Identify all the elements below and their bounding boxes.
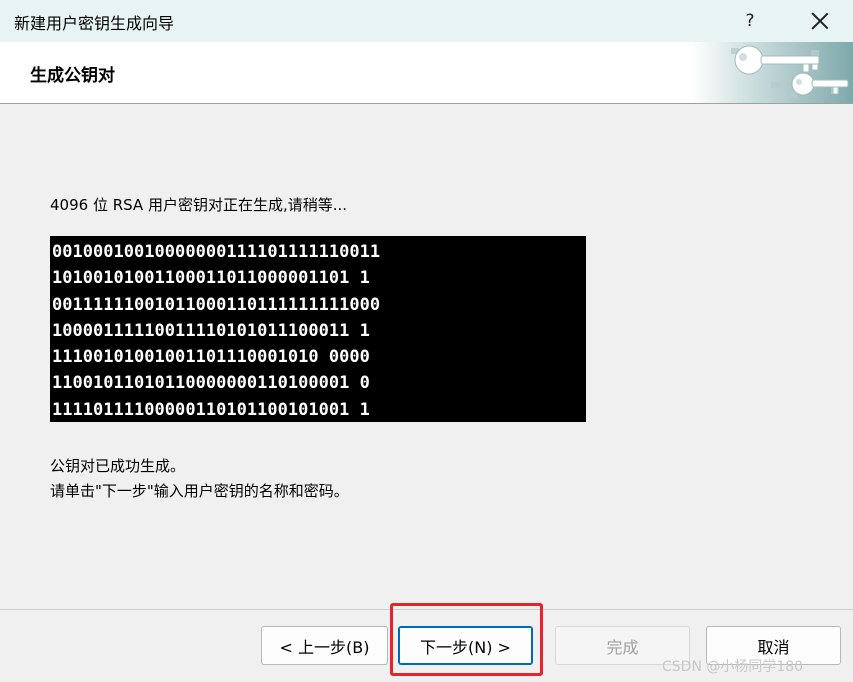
completion-line: 公钥对已成功生成。 (50, 457, 186, 475)
page-title: 生成公钥对 (30, 66, 115, 86)
completion-message: 公钥对已成功生成。 请单击"下一步"输入用户密钥的名称和密码。 (50, 454, 349, 504)
wizard-header: 生成公钥对 (0, 42, 853, 104)
status-message: 4096 位 RSA 用户密钥对正在生成,请稍等... (50, 196, 348, 214)
binary-line: 10100101001100011011000001101 1 (52, 268, 370, 289)
binary-line: 00100010010000000111101111110011 (52, 242, 381, 262)
wizard-content: 4096 位 RSA 用户密钥对正在生成,请稍等... 001000100100… (0, 104, 853, 609)
window-title: 新建用户密钥生成向导 (14, 14, 175, 33)
binary-line: 00111111001011000110111111111000 (52, 294, 381, 315)
prev-button[interactable]: < 上一步(B) (261, 626, 388, 665)
binary-line: 11100101001001101110001010 0000 (52, 347, 370, 368)
random-data-display: 00100010010000000111101111110011 10100101… (50, 236, 586, 422)
title-bar: 新建用户密钥生成向导 ? (0, 0, 853, 42)
keys-icon (691, 42, 853, 103)
watermark: CSDN @小杨同学180 (662, 659, 804, 675)
close-icon (811, 12, 829, 30)
binary-line: 11110111100000110101100101001 1 (52, 399, 370, 420)
binary-line: 10000111110011110101011100011 1 (52, 320, 370, 341)
binary-line: 11001011010110000000110100001 0 (52, 373, 370, 394)
highlight-box (390, 603, 543, 676)
help-button[interactable]: ? (723, 0, 777, 42)
instruction-line: 请单击"下一步"输入用户密钥的名称和密码。 (50, 482, 349, 500)
close-button[interactable] (793, 0, 847, 42)
